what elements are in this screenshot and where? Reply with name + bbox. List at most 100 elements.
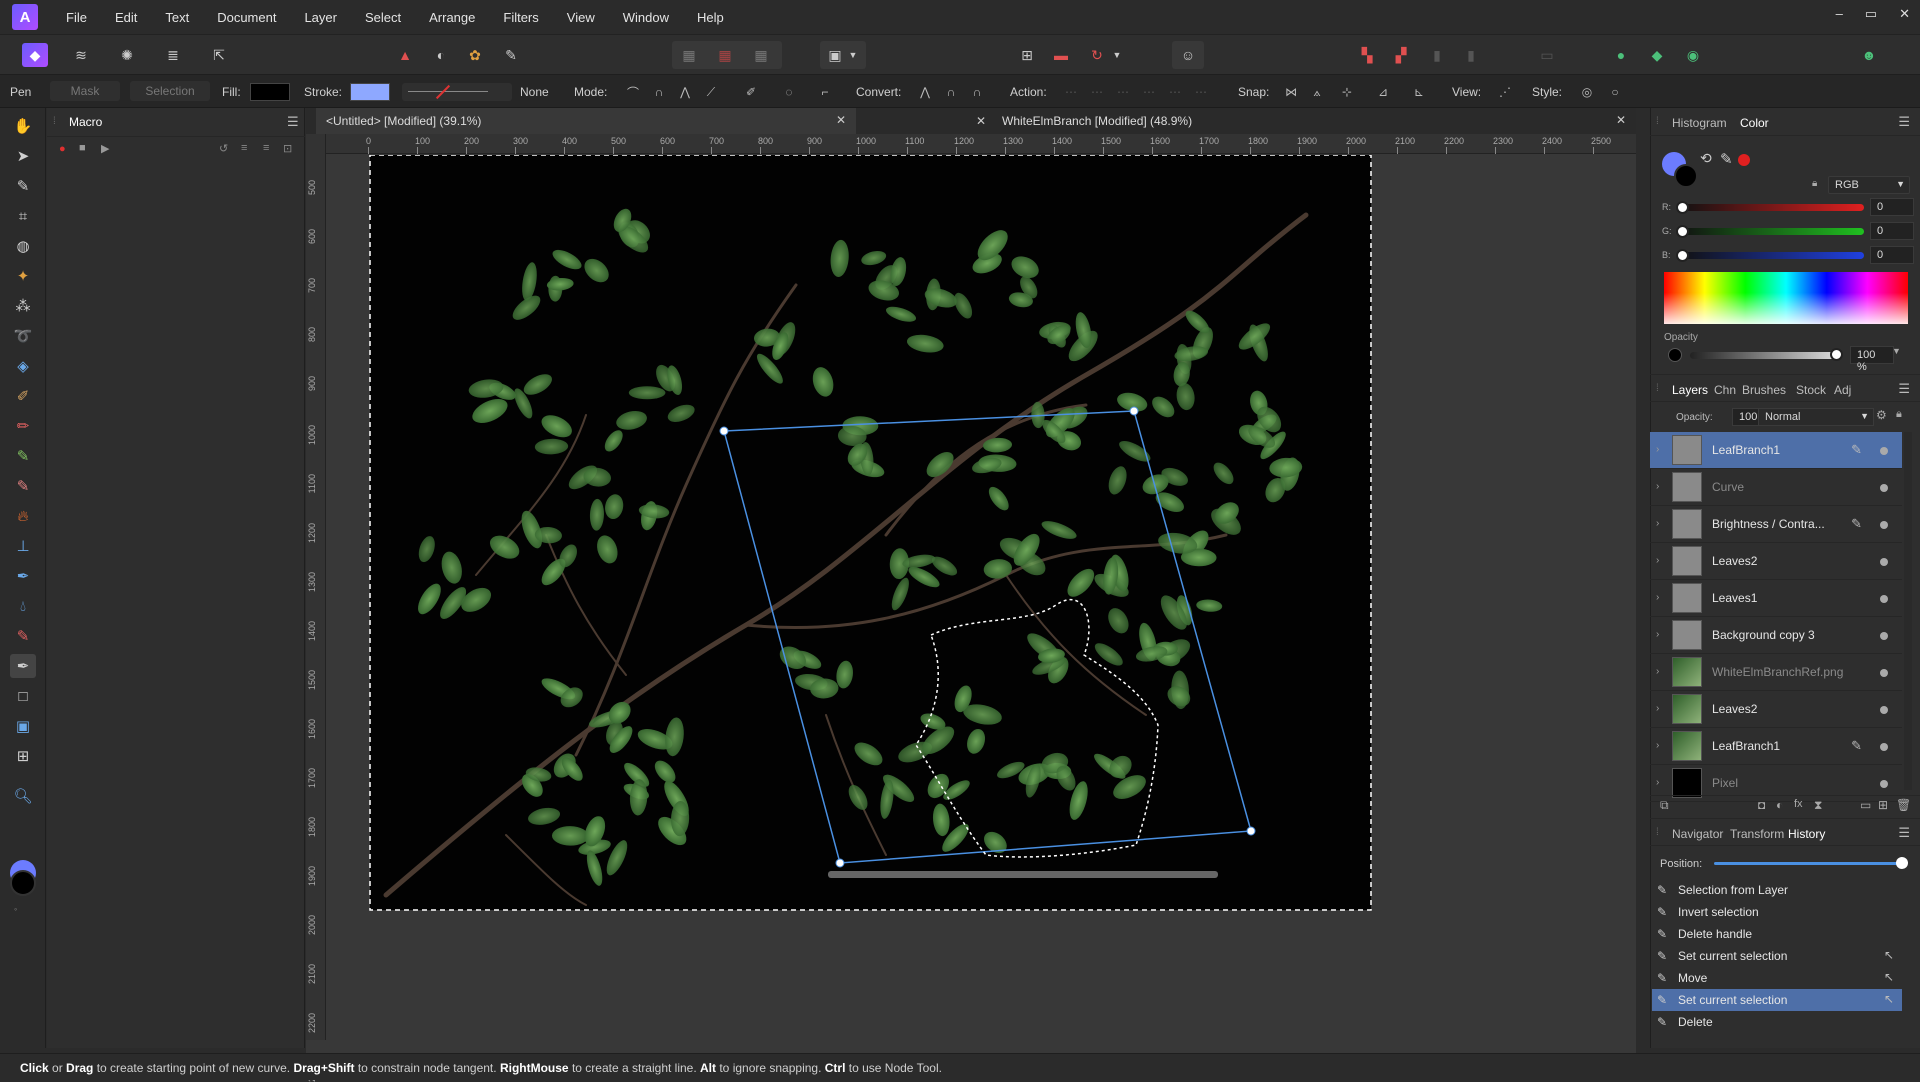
export-persona-icon[interactable]: ⇱ — [206, 43, 232, 67]
tone-mapping-persona-icon[interactable]: ≣ — [160, 43, 186, 67]
histogram-tab[interactable]: Histogram — [1672, 116, 1727, 130]
menu-edit[interactable]: Edit — [101, 10, 151, 25]
layer-visibility-dot[interactable] — [1880, 558, 1888, 566]
history-item[interactable]: ✎ Invert selection — [1652, 901, 1902, 923]
channel-slider-handle[interactable] — [1676, 249, 1689, 262]
channel-slider[interactable] — [1680, 252, 1864, 259]
document-tab-untitled[interactable]: <Untitled> [Modified] (39.1%) ✕ — [316, 108, 856, 134]
navigator-tab[interactable]: Navigator — [1672, 827, 1723, 841]
panel-menu-icon[interactable]: ☰ — [287, 114, 299, 130]
panel-menu-icon[interactable]: ☰ — [1898, 381, 1910, 397]
vertical-ruler[interactable]: 500 600 700 800 900 1000 1100 1200 1300 1400 1500 1… — [306, 134, 326, 1082]
cloud-icon[interactable]: ◉ — [1680, 43, 1706, 67]
layer-row[interactable]: › Leaves1 — [1650, 580, 1902, 617]
history-item[interactable]: ✎ Selection from Layer — [1652, 879, 1902, 901]
snap-icon[interactable]: ⊹ — [1336, 81, 1358, 103]
mask-layer-icon[interactable]: ◘ — [1758, 798, 1765, 812]
channel-slider[interactable] — [1680, 228, 1864, 235]
minimize-button[interactable]: – — [1836, 6, 1843, 22]
clone-brush-icon[interactable]: ✎ — [10, 474, 36, 498]
convert-sharp-icon[interactable]: ⋀ — [914, 81, 936, 103]
menu-text[interactable]: Text — [151, 10, 203, 25]
snap-icon[interactable]: ⋈ — [1280, 81, 1302, 103]
panel-menu-icon[interactable]: ☰ — [1898, 114, 1910, 130]
assistant-icon[interactable]: ☺ — [1175, 43, 1201, 67]
snap-icon[interactable]: ⊾ — [1408, 81, 1430, 103]
color-picker-tool-icon[interactable]: ✎ — [10, 174, 36, 198]
channel-value[interactable]: 0 — [1870, 198, 1914, 216]
pen-tool-icon[interactable]: ✒ — [10, 654, 36, 678]
mask-button[interactable]: Mask — [50, 81, 120, 101]
history-item[interactable]: ✎ Move ↖ — [1652, 967, 1902, 989]
smudge-tool-icon[interactable]: ✒ — [10, 564, 36, 588]
flood-select-icon[interactable]: ✦ — [10, 264, 36, 288]
history-item[interactable]: ✎ Delete — [1652, 1011, 1902, 1033]
layer-visibility-dot[interactable] — [1880, 595, 1888, 603]
layer-expand-icon[interactable]: › — [1656, 777, 1659, 788]
live-filter-icon[interactable]: fx — [1794, 798, 1803, 810]
copy-layer-icon[interactable]: ⧉ — [1660, 798, 1669, 813]
erase-brush-icon[interactable]: ✏ — [10, 414, 36, 438]
dodge-brush-icon[interactable]: ✎ — [10, 444, 36, 468]
color-spectrum[interactable] — [1664, 272, 1908, 324]
arrange-forward-icon[interactable]: ▮ — [1424, 43, 1450, 67]
snap-icon[interactable]: ⊿ — [1372, 81, 1394, 103]
brush-icon[interactable]: ✎ — [1851, 516, 1862, 532]
blur-tool-icon[interactable]: 💧︎ — [10, 594, 36, 618]
convert-smooth-icon[interactable]: ∩ — [940, 81, 962, 103]
rotate-icon[interactable]: ↻ — [1084, 43, 1110, 67]
layer-expand-icon[interactable]: › — [1656, 555, 1659, 566]
channels-tab[interactable]: Chn — [1714, 383, 1736, 397]
adjustment-layer-icon[interactable]: ◐ — [1776, 798, 1783, 812]
record-icon[interactable]: ● — [59, 143, 66, 155]
close-button[interactable]: ✕ — [1899, 6, 1910, 22]
layer-visibility-dot[interactable] — [1880, 447, 1888, 455]
swap-colors-icon[interactable]: ⟲ — [1700, 150, 1712, 167]
gear-icon[interactable]: ⚙ — [1876, 408, 1887, 422]
layer-visibility-dot[interactable] — [1880, 484, 1888, 492]
curve-to-selection-icon[interactable]: ◌ — [778, 81, 800, 103]
selection-button[interactable]: Selection — [130, 81, 210, 101]
channel-slider[interactable] — [1680, 204, 1864, 211]
secondary-color-swatch[interactable] — [1674, 164, 1698, 188]
hand-tool-icon[interactable]: ✋ — [10, 114, 36, 138]
horizontal-scrollbar[interactable] — [828, 871, 1218, 878]
layer-visibility-dot[interactable] — [1880, 632, 1888, 640]
lock-icon[interactable]: 🔒︎ — [1812, 178, 1817, 189]
blend-mode-select[interactable]: Normal ▼ — [1758, 408, 1874, 426]
layer-visibility-dot[interactable] — [1880, 743, 1888, 751]
burn-icon[interactable]: 🔥︎ — [10, 504, 36, 528]
layer-visibility-dot[interactable] — [1880, 706, 1888, 714]
layer-row[interactable]: › LeafBranch1 ✎ — [1650, 728, 1902, 765]
menu-arrange[interactable]: Arrange — [415, 10, 489, 25]
secondary-color-swatch[interactable] — [10, 870, 36, 896]
channel-slider-handle[interactable] — [1676, 225, 1689, 238]
smart-mode-icon[interactable]: ∩ — [648, 81, 670, 103]
deselect-icon[interactable]: ▦ — [712, 43, 738, 67]
history-item[interactable]: ✎ Set current selection ↖ — [1652, 989, 1902, 1011]
flip-icon[interactable]: ▬ — [1048, 43, 1074, 67]
stock-tab[interactable]: Stock — [1796, 383, 1826, 397]
stamp-tool-icon[interactable]: ⊥ — [10, 534, 36, 558]
arrange-front-icon[interactable]: ▞ — [1388, 43, 1414, 67]
add-to-library-icon[interactable]: ≡ — [241, 142, 247, 154]
crop-tool-icon[interactable]: ⌗ — [10, 204, 36, 228]
menu-view[interactable]: View — [553, 10, 609, 25]
channel-value[interactable]: 0 — [1870, 246, 1914, 264]
play-icon[interactable]: ▶ — [101, 142, 109, 155]
layer-expand-icon[interactable]: › — [1656, 518, 1659, 529]
add-pixel-layer-icon[interactable]: ⊞ — [1878, 798, 1888, 812]
levels-icon[interactable]: ▲ — [392, 43, 418, 67]
snap-icon[interactable]: ⟑ — [1306, 81, 1328, 103]
red-eye-tool-icon[interactable]: ✎ — [10, 624, 36, 648]
layer-expand-icon[interactable]: › — [1656, 444, 1659, 455]
layer-row[interactable]: › Brightness / Contra... ✎ — [1650, 506, 1902, 543]
channel-slider-handle[interactable] — [1676, 201, 1689, 214]
maximize-button[interactable]: ▭ — [1865, 6, 1877, 22]
paint-brush-icon[interactable]: ✐ — [10, 384, 36, 408]
menu-window[interactable]: Window — [609, 10, 683, 25]
pen-mode-icon[interactable]: ⌒ — [622, 81, 644, 103]
history-tab[interactable]: History — [1788, 827, 1825, 841]
action-icon[interactable]: ⋯ — [1138, 81, 1160, 103]
view-icon[interactable]: ⋰ — [1494, 81, 1516, 103]
